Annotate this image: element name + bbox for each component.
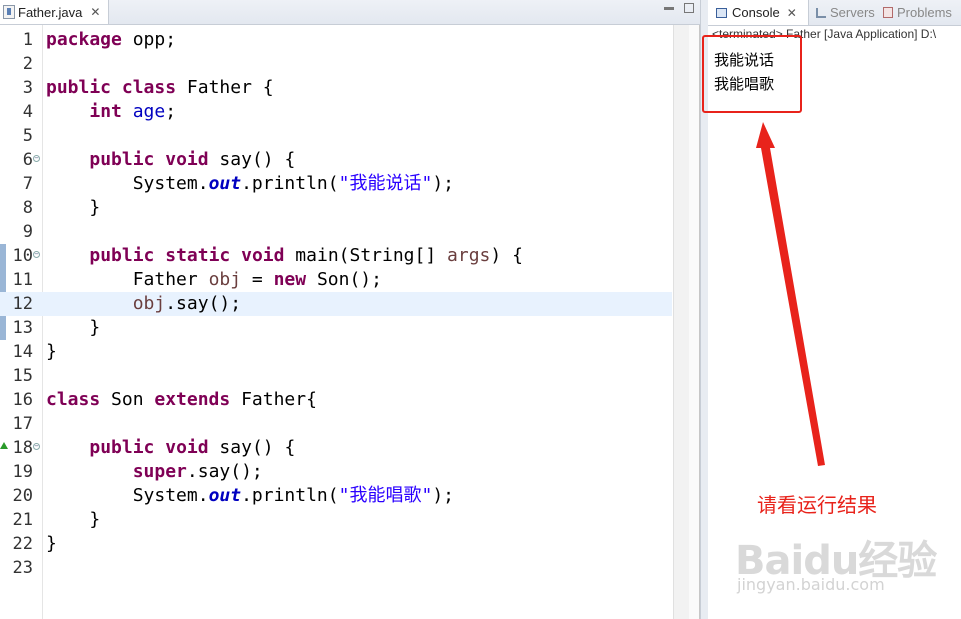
annotation-hint: 请看运行结果 (757, 493, 877, 517)
watermark-url: jingyan.baidu.com (737, 575, 885, 594)
annotation-arrow (756, 122, 825, 466)
